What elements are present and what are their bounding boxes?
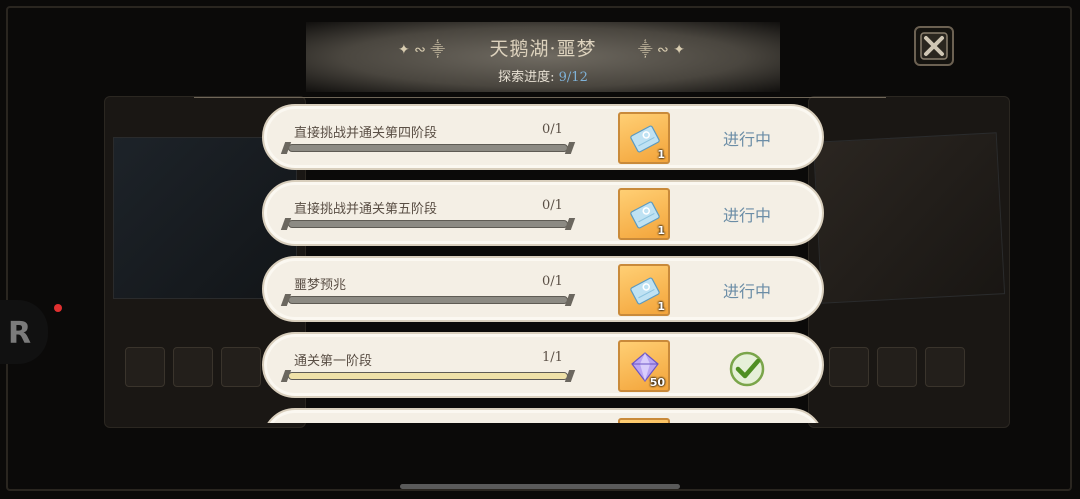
home-indicator[interactable] <box>400 484 680 489</box>
quest-count: 1/1 <box>542 350 563 365</box>
quest-status: 进行中 <box>722 206 771 225</box>
reward-quantity: 1 <box>657 224 665 237</box>
quest-count: 0/1 <box>542 122 563 137</box>
background-hero-slots <box>125 347 261 387</box>
quest-row-partial <box>262 406 824 423</box>
quest-row-background <box>262 408 824 423</box>
background-stage-art <box>812 132 1006 304</box>
quest-count: 0/1 <box>542 198 563 213</box>
quest-progress-bar <box>288 220 568 228</box>
background-hero-slots <box>829 347 965 387</box>
panel-header: ✦ ∾ ⸎ 天鹅湖·噩梦 ⸎ ∾ ✦ 探索进度: 9/12 <box>306 22 780 92</box>
quest-progress-bar <box>288 296 568 304</box>
quest-status: 进行中 <box>722 282 771 301</box>
page-title: 天鹅湖·噩梦 <box>489 38 597 60</box>
quest-progress-fill <box>289 373 567 379</box>
quest-row: 通关第一阶段 1/1 50 <box>262 330 824 400</box>
quest-row: 噩梦预兆 0/1 1 进行中 <box>262 254 824 324</box>
quest-name: 噩梦预兆 <box>294 278 347 293</box>
reward-slot[interactable]: 1 <box>618 264 670 316</box>
exploration-progress-label: 探索进度: <box>498 70 559 85</box>
check-icon <box>729 351 765 387</box>
reward-quantity: 1 <box>657 300 665 313</box>
quest-name: 直接挑战并通关第五阶段 <box>294 202 438 217</box>
reward-quantity: 50 <box>649 376 665 389</box>
notification-dot <box>54 304 62 312</box>
reward-quantity: 1 <box>657 148 665 161</box>
quest-count: 0/1 <box>542 274 563 289</box>
reward-slot[interactable] <box>618 418 670 423</box>
quest-row: 直接挑战并通关第四阶段 0/1 1 进行中 <box>262 102 824 172</box>
assistant-logo-icon: R <box>8 316 32 351</box>
reward-slot[interactable]: 1 <box>618 188 670 240</box>
header-divider <box>194 97 886 98</box>
exploration-progress-value: 9/12 <box>558 70 588 85</box>
quest-name: 通关第一阶段 <box>294 354 373 369</box>
quest-list[interactable]: 直接挑战并通关第四阶段 0/1 1 进行中 直接挑战并通关第五阶段 0/1 1 … <box>262 102 824 423</box>
quest-name: 直接挑战并通关第四阶段 <box>294 126 438 141</box>
quest-row: 直接挑战并通关第五阶段 0/1 1 进行中 <box>262 178 824 248</box>
quest-progress-bar <box>288 144 568 152</box>
exploration-progress: 探索进度: 9/12 <box>306 66 780 85</box>
quest-progress-bar <box>288 372 568 380</box>
background-stage-card-right <box>808 96 1010 428</box>
quest-status: 进行中 <box>722 130 771 149</box>
ornament-right-icon: ⸎ ∾ ✦ <box>638 42 685 58</box>
reward-slot[interactable]: 1 <box>618 112 670 164</box>
close-button[interactable] <box>914 26 954 66</box>
reward-slot[interactable]: 50 <box>618 340 670 392</box>
close-icon <box>920 32 948 60</box>
